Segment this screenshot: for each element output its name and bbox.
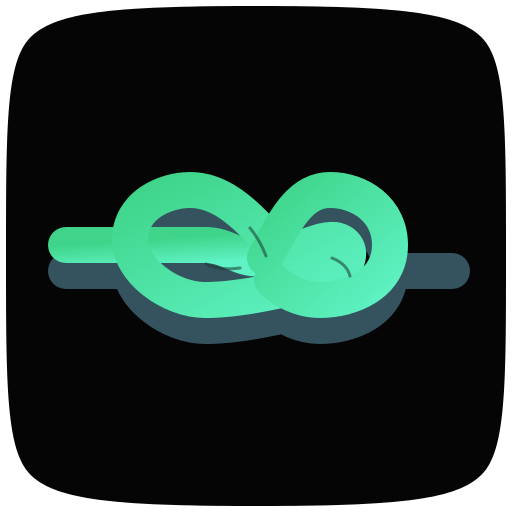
app-icon[interactable]: [0, 0, 512, 512]
canvas: [0, 0, 512, 512]
knot-icon: [6, 6, 506, 506]
